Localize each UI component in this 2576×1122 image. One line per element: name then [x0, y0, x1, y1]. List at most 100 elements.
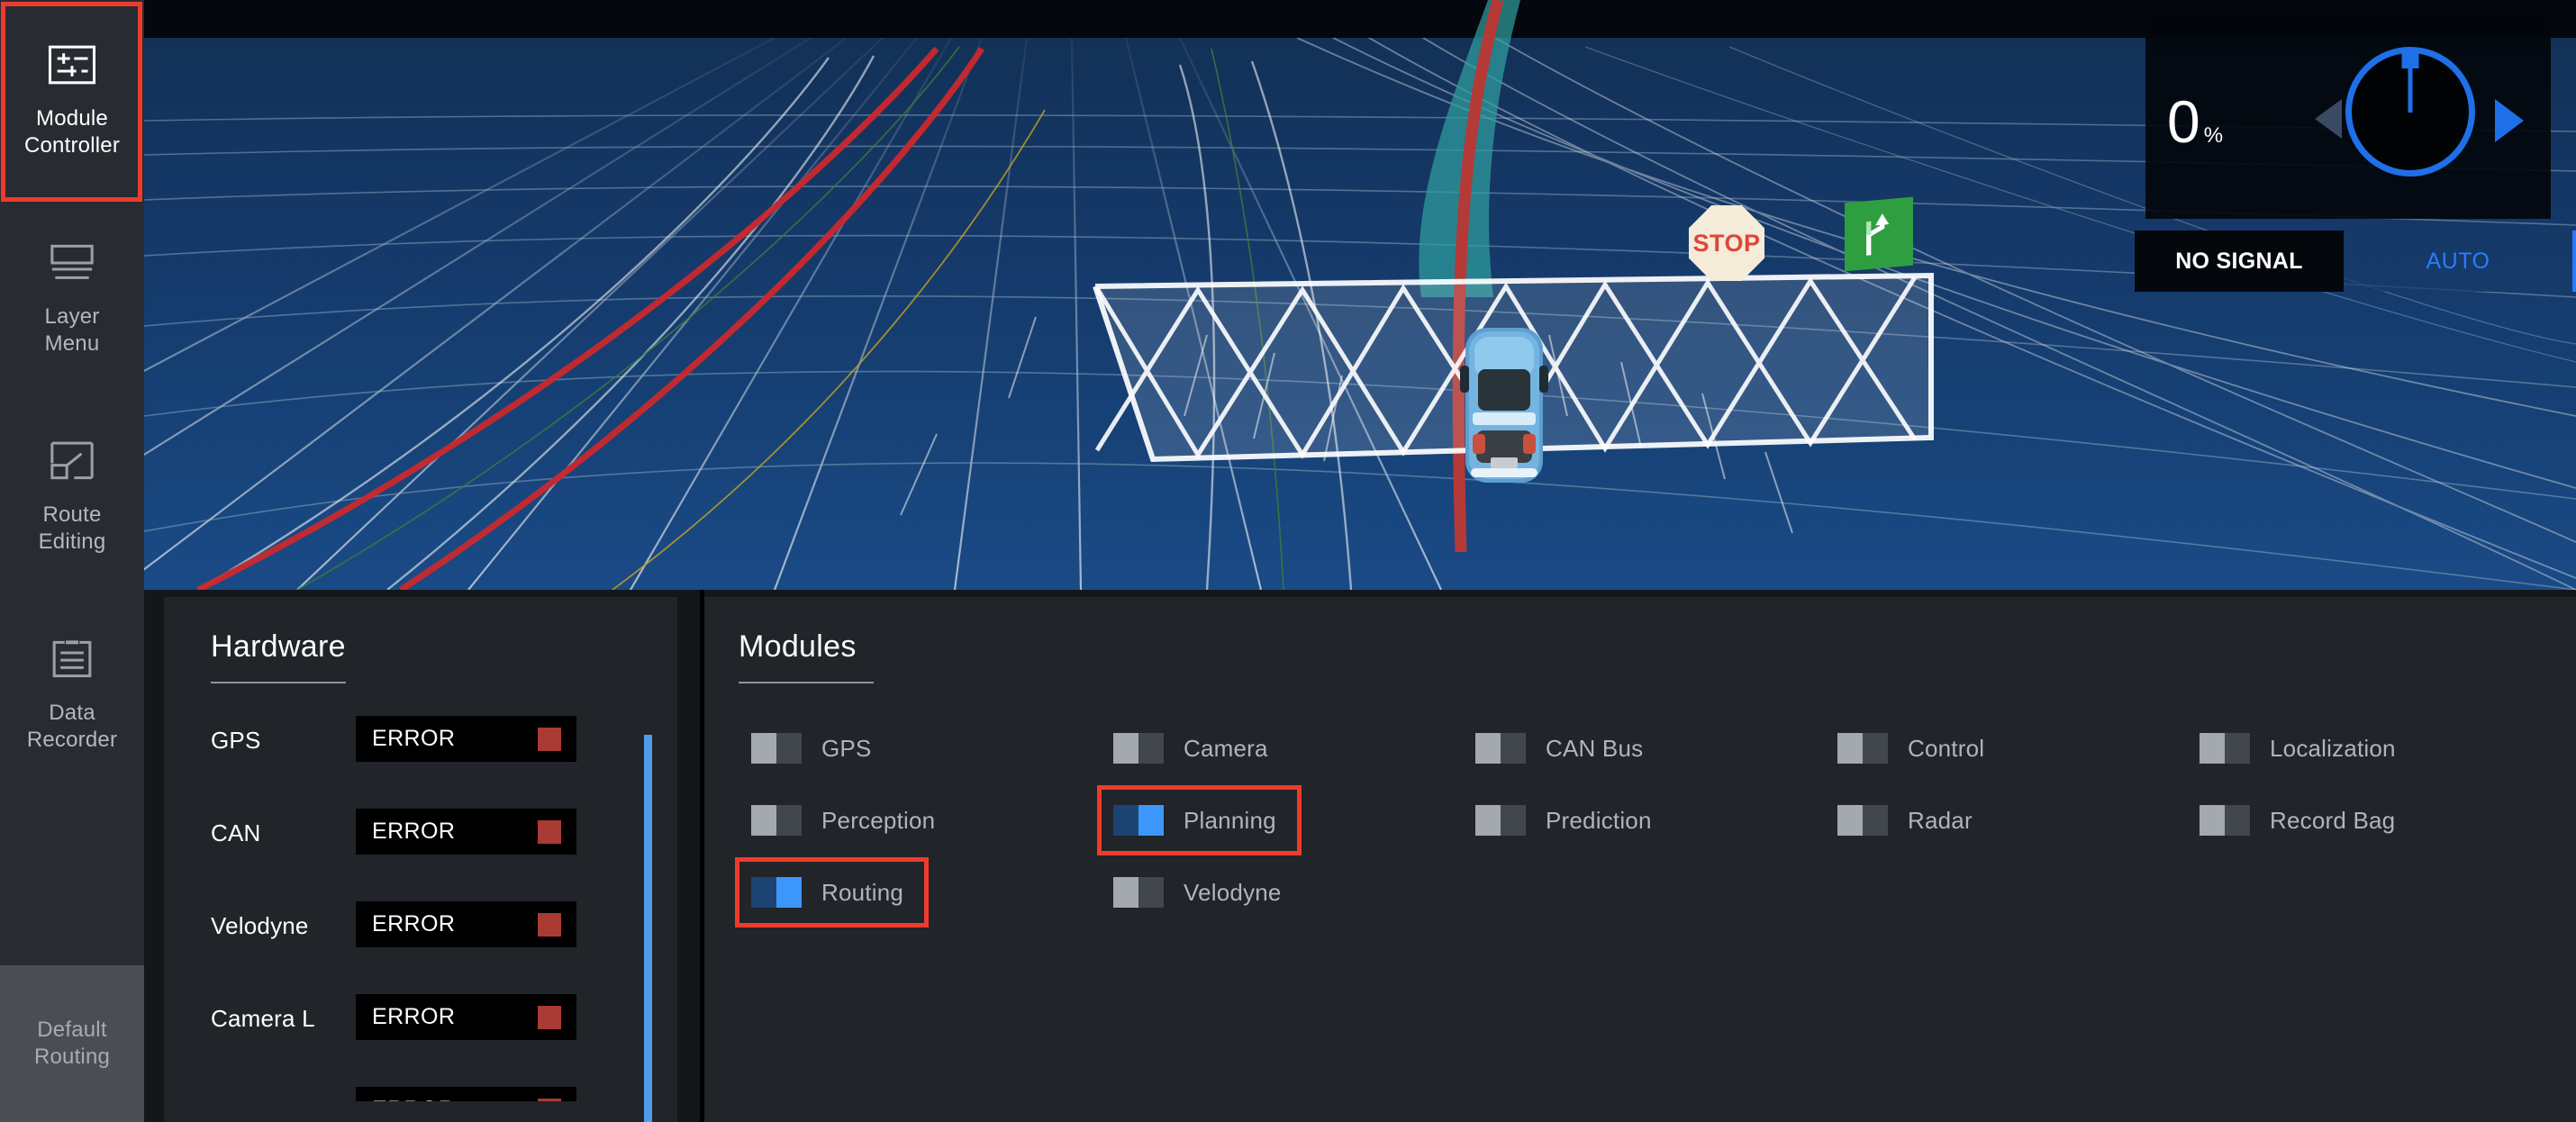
- hardware-status-led: [538, 820, 561, 844]
- 3d-scene-view[interactable]: STOP: [144, 0, 2576, 590]
- module-label: Radar: [1908, 807, 1973, 835]
- stop-sign-text: STOP: [1692, 230, 1760, 258]
- module-label: CAN Bus: [1546, 735, 1643, 763]
- hardware-status: ERROR: [356, 716, 576, 762]
- hardware-rows: GPS ERROR CAN ERROR Velodyne ERROR Camera LERR…: [164, 716, 625, 1122]
- module-cell: Velodyne: [1101, 856, 1463, 928]
- module-label: Planning: [1184, 807, 1276, 835]
- toggle-switch-icon[interactable]: [2200, 805, 2250, 836]
- module-toggle-velodyne[interactable]: Velodyne: [1101, 866, 1294, 918]
- sidebar-item-module-controller[interactable]: Module Controller: [0, 0, 144, 198]
- toggle-switch-icon[interactable]: [751, 805, 802, 836]
- module-cell: Routing: [739, 856, 1101, 928]
- hardware-row: GPS ERROR: [164, 716, 625, 762]
- hardware-name: Camera L: [211, 1005, 315, 1033]
- drive-mode-button[interactable]: AUTO: [2344, 231, 2576, 292]
- turn-right-arrow-icon[interactable]: [2495, 99, 2524, 142]
- module-toggle-can-bus[interactable]: CAN Bus: [1463, 722, 1655, 774]
- hardware-status-text: ERROR: [372, 911, 455, 937]
- module-cell: Planning: [1101, 784, 1463, 856]
- hardware-scrollbar[interactable]: [644, 735, 652, 1122]
- module-label: Velodyne: [1184, 879, 1282, 907]
- toggle-switch-icon[interactable]: [1475, 805, 1526, 836]
- module-cell: Prediction: [1463, 784, 1825, 856]
- hud-main-panel: 0%: [2145, 16, 2551, 219]
- module-label: GPS: [821, 735, 872, 763]
- module-toggle-radar[interactable]: Radar: [1825, 794, 1985, 846]
- throttle-percent: 0%: [2167, 92, 2223, 166]
- bottom-panels: Hardware GPS ERROR CAN ERROR Velodyne ERROR Ca…: [144, 590, 2576, 1122]
- module-label: Record Bag: [2270, 807, 2395, 835]
- sidebar-item-route-editing[interactable]: Route Editing: [0, 396, 144, 594]
- hardware-row: Velodyne ERROR: [164, 901, 625, 947]
- toggle-switch-icon[interactable]: [1837, 805, 1888, 836]
- module-toggle-control[interactable]: Control: [1825, 722, 1997, 774]
- steering-wheel-icon: [2345, 47, 2475, 176]
- route-editing-icon: [42, 435, 102, 487]
- hardware-row-gap: [164, 855, 625, 901]
- toggle-knob: [751, 733, 776, 764]
- toggle-knob: [1837, 805, 1863, 836]
- toggle-knob: [2200, 805, 2225, 836]
- toggle-switch-icon[interactable]: [1475, 733, 1526, 764]
- hardware-name: CAN: [211, 819, 261, 847]
- toggle-knob: [1113, 877, 1138, 908]
- toggle-switch-icon[interactable]: [1837, 733, 1888, 764]
- turn-left-arrow-icon[interactable]: [2315, 99, 2342, 139]
- module-cell: Control: [1825, 712, 2187, 784]
- toggle-switch-icon[interactable]: [1113, 733, 1164, 764]
- module-toggle-prediction[interactable]: Prediction: [1463, 794, 1664, 846]
- apollo-dreamview-app: Module Controller Layer Menu: [0, 0, 2576, 1122]
- toggle-switch-icon[interactable]: [2200, 733, 2250, 764]
- hardware-row-gap: [164, 1040, 625, 1087]
- hardware-panel: Hardware GPS ERROR CAN ERROR Velodyne ERROR Ca…: [164, 597, 677, 1122]
- module-toggle-record-bag[interactable]: Record Bag: [2187, 794, 2408, 846]
- module-toggle-routing[interactable]: Routing: [739, 866, 916, 918]
- module-label: Camera: [1184, 735, 1268, 763]
- toggle-switch-icon[interactable]: [751, 877, 802, 908]
- toggle-switch-icon[interactable]: [1113, 877, 1164, 908]
- hardware-row: CAN ERROR: [164, 809, 625, 855]
- hardware-title-block: Hardware: [211, 629, 346, 683]
- sidebar-item-layer-menu[interactable]: Layer Menu: [0, 198, 144, 396]
- module-toggle-perception[interactable]: Perception: [739, 794, 948, 846]
- toggle-knob: [1475, 733, 1501, 764]
- default-routing-button[interactable]: Default Routing: [0, 965, 144, 1122]
- toggle-knob: [1113, 733, 1138, 764]
- modules-title-rule: [739, 682, 874, 683]
- toggle-knob: [2200, 733, 2225, 764]
- module-toggle-gps[interactable]: GPS: [739, 722, 884, 774]
- sidebar-item-label: Data Recorder: [27, 700, 117, 754]
- hardware-row: Camera LERROR: [164, 994, 625, 1040]
- toggle-switch-icon[interactable]: [751, 733, 802, 764]
- module-label: Prediction: [1546, 807, 1652, 835]
- toggle-switch-icon[interactable]: [1113, 805, 1164, 836]
- ego-vehicle-icon: [1455, 324, 1554, 486]
- module-controller-icon: [42, 39, 102, 91]
- sidebar-item-label: Module Controller: [24, 105, 120, 159]
- signal-status-badge: NO SIGNAL: [2135, 231, 2344, 292]
- modules-grid: GPS Camera CAN Bus Control Localization Perce…: [739, 712, 2549, 928]
- module-cell: Radar: [1825, 784, 2187, 856]
- module-toggle-localization[interactable]: Localization: [2187, 722, 2408, 774]
- hardware-name: Velodyne: [211, 912, 309, 940]
- toggle-knob: [751, 805, 776, 836]
- sidebar-item-label: Route Editing: [39, 502, 106, 556]
- steering-nub: [2402, 50, 2419, 68]
- scrollbar-thumb[interactable]: [644, 735, 652, 1122]
- layer-menu-icon: [42, 237, 102, 289]
- route-branch-icon: [1845, 197, 1913, 272]
- hardware-status-led: [538, 913, 561, 937]
- module-toggle-camera[interactable]: Camera: [1101, 722, 1281, 774]
- hardware-status: ERROR: [356, 901, 576, 947]
- sidebar-item-data-recorder[interactable]: Data Recorder: [0, 594, 144, 792]
- modules-panel: Modules GPSCameraCAN BusControlLocalizat…: [704, 597, 2576, 1122]
- hardware-status-led: [538, 1006, 561, 1029]
- module-toggle-planning[interactable]: Planning: [1101, 794, 1289, 846]
- toggle-knob: [1837, 733, 1863, 764]
- module-cell: Localization: [2187, 712, 2549, 784]
- hardware-status: ERROR: [356, 809, 576, 855]
- hardware-name: GPS: [211, 727, 261, 755]
- sidebar: Module Controller Layer Menu: [0, 0, 144, 1122]
- hardware-status-led: [538, 728, 561, 751]
